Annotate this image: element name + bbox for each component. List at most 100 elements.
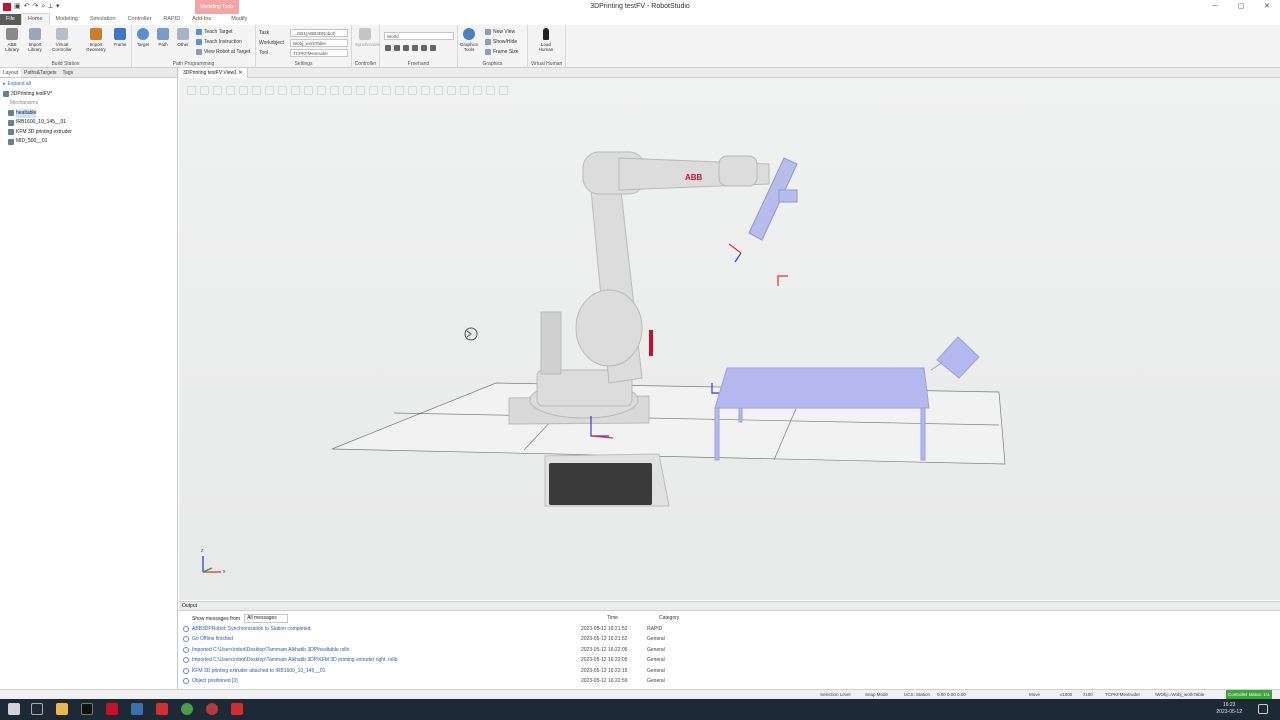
station-icon: [3, 91, 9, 98]
close-icon[interactable]: ✕: [238, 70, 242, 76]
workobject-select[interactable]: Wobj_workTable: [290, 39, 348, 47]
expand-all-link[interactable]: ▸ Expand all: [3, 80, 174, 90]
tab-controller[interactable]: Controller: [122, 14, 158, 25]
move-icon[interactable]: [385, 45, 391, 51]
multi-robot-jog-icon[interactable]: [430, 45, 436, 51]
target-button[interactable]: Target: [133, 28, 153, 47]
status-bar: Selection Level Snap Mode UCS: Station 0…: [0, 689, 1280, 700]
tab-tags[interactable]: Tags: [60, 68, 77, 77]
tab-modeling[interactable]: Modeling: [50, 14, 84, 25]
filter-select[interactable]: All messages: [244, 614, 288, 623]
tab-file[interactable]: File: [0, 14, 21, 25]
reference-select[interactable]: World: [384, 32, 454, 40]
show-hide-button[interactable]: Show/Hide: [485, 39, 517, 45]
measure-icon[interactable]: ⟂: [48, 0, 53, 14]
tab-view1[interactable]: 3DPrinting testFV:View1 ✕: [179, 68, 248, 78]
maximize-button[interactable]: ▢: [1228, 0, 1254, 14]
freehand-tools: [385, 45, 436, 51]
human-icon: [543, 28, 549, 40]
jog-joint-icon[interactable]: [403, 45, 409, 51]
redo-icon[interactable]: ↷: [33, 0, 39, 14]
output-rows: ABB3DPRobot: Synchronization to Station …: [179, 624, 1280, 686]
tab-modify[interactable]: Modify: [225, 14, 253, 25]
save-icon[interactable]: ▣: [14, 0, 21, 14]
tab-home[interactable]: Home: [20, 13, 50, 25]
close-button[interactable]: ✕: [1254, 0, 1280, 14]
column-category[interactable]: Category: [659, 615, 679, 621]
teach-target-button[interactable]: Teach Target: [196, 29, 233, 35]
output-row[interactable]: Imported C:\Users\robot\Desktop\Tammam A…: [179, 645, 1280, 655]
frame-size-button[interactable]: Frame Size: [485, 49, 519, 55]
recorder-icon[interactable]: [206, 703, 218, 715]
tab-add-ins[interactable]: Add-Ins: [186, 14, 217, 25]
rotate-icon[interactable]: [394, 45, 400, 51]
import-library-button[interactable]: Import Library: [25, 28, 45, 52]
tab-rapid[interactable]: RAPID: [157, 14, 186, 25]
robotstudio-icon[interactable]: [106, 703, 118, 715]
synchronize-icon: [359, 28, 371, 40]
info-icon: [183, 657, 189, 664]
system-clock[interactable]: 16:23 2023-05-12: [1216, 699, 1242, 716]
tool-label: Tool: [259, 50, 269, 56]
file-explorer-icon[interactable]: [56, 703, 68, 715]
notifications-icon[interactable]: [1258, 704, 1268, 714]
jog-reorient-icon[interactable]: [421, 45, 427, 51]
pdf-reader-icon[interactable]: [156, 703, 168, 715]
info-icon: [183, 677, 189, 684]
tree-item-extruder[interactable]: KFM 3D printing extruder: [3, 128, 174, 138]
tree-item-robot[interactable]: IRB1600_10_145__01: [3, 118, 174, 128]
zoom-icon[interactable]: ⌕: [41, 0, 45, 14]
robotstudio-active-icon[interactable]: [231, 703, 243, 715]
group-label: Path Programming: [172, 61, 215, 67]
controller-icon: [56, 28, 68, 40]
load-human-button[interactable]: Load Human: [536, 28, 556, 52]
output-row[interactable]: Object positioned [3] 2023-05-12 16:22:59…: [179, 676, 1280, 686]
undo-icon[interactable]: ↶: [24, 0, 30, 14]
tree-station[interactable]: 3DPrinting testFV*: [3, 90, 174, 100]
minimize-button[interactable]: ─: [1202, 0, 1228, 14]
path-button[interactable]: Path: [153, 28, 173, 47]
geometry-icon: [90, 28, 102, 40]
new-view-button[interactable]: New View: [485, 29, 515, 35]
tab-layout[interactable]: Layout: [0, 68, 22, 77]
group-freehand: World Freehand: [380, 25, 458, 68]
group-label: Freehand: [407, 61, 430, 67]
frame-button[interactable]: Frame: [110, 28, 130, 47]
import-geometry-button[interactable]: Import Geometry: [86, 28, 106, 52]
output-row[interactable]: Go Offline finished 2023-05-12 16:21:52 Ge…: [179, 634, 1280, 644]
tool-select[interactable]: TCPKFMextruder: [290, 49, 348, 57]
info-icon: [183, 646, 189, 653]
virtual-controller-button[interactable]: Virtual Controller: [52, 28, 72, 52]
expand-icon: ▸: [3, 81, 6, 87]
tree-item-healtable[interactable]: healtable: [3, 108, 174, 118]
tab-paths-targets[interactable]: Paths&Targets: [21, 68, 60, 77]
view-robot-at-target-button[interactable]: View Robot at Target: [196, 49, 250, 55]
synchronize-button[interactable]: Synchronize: [355, 28, 380, 47]
group-label: Virtual Human: [530, 61, 563, 67]
start-icon[interactable]: [8, 703, 20, 715]
chrome-icon[interactable]: [181, 703, 193, 715]
group-label: Controller: [354, 61, 377, 67]
abb-library-button[interactable]: ABB Library: [2, 28, 22, 52]
graphics-tools-button[interactable]: Graphics Tools: [459, 28, 479, 52]
scene: ABB: [331, 151, 1006, 507]
mechanism-icon: [8, 138, 14, 145]
column-time[interactable]: Time: [607, 615, 618, 621]
output-row[interactable]: Imported C:\Users\robot\Desktop\Tammam A…: [179, 655, 1280, 665]
group-virtual-human: Load Human Virtual Human: [528, 25, 566, 68]
other-button[interactable]: Other: [173, 28, 193, 47]
customize-icon[interactable]: ▾: [56, 0, 60, 14]
output-row[interactable]: ABB3DPRobot: Synchronization to Station …: [179, 624, 1280, 634]
task-view-icon[interactable]: [31, 703, 43, 715]
context-tab-modeling-tools[interactable]: Modeling Tools: [195, 0, 239, 14]
teach-instruction-button[interactable]: Teach Instruction: [196, 39, 242, 45]
group-build-station: ABB Library Import Library Virtual Contr…: [0, 25, 132, 68]
output-row[interactable]: KFM 3D printing extruder attached to IRB…: [179, 666, 1280, 676]
tree-item-mid500[interactable]: MID_500__01: [3, 137, 174, 147]
tab-simulation[interactable]: Simulation: [84, 14, 122, 25]
3d-viewport[interactable]: ABB z x: [179, 78, 1280, 600]
terminal-icon[interactable]: [81, 703, 93, 715]
app-icon[interactable]: [131, 703, 143, 715]
task-select[interactable]: ...OB1(ABB3DRobot): [290, 29, 348, 37]
jog-linear-icon[interactable]: [412, 45, 418, 51]
